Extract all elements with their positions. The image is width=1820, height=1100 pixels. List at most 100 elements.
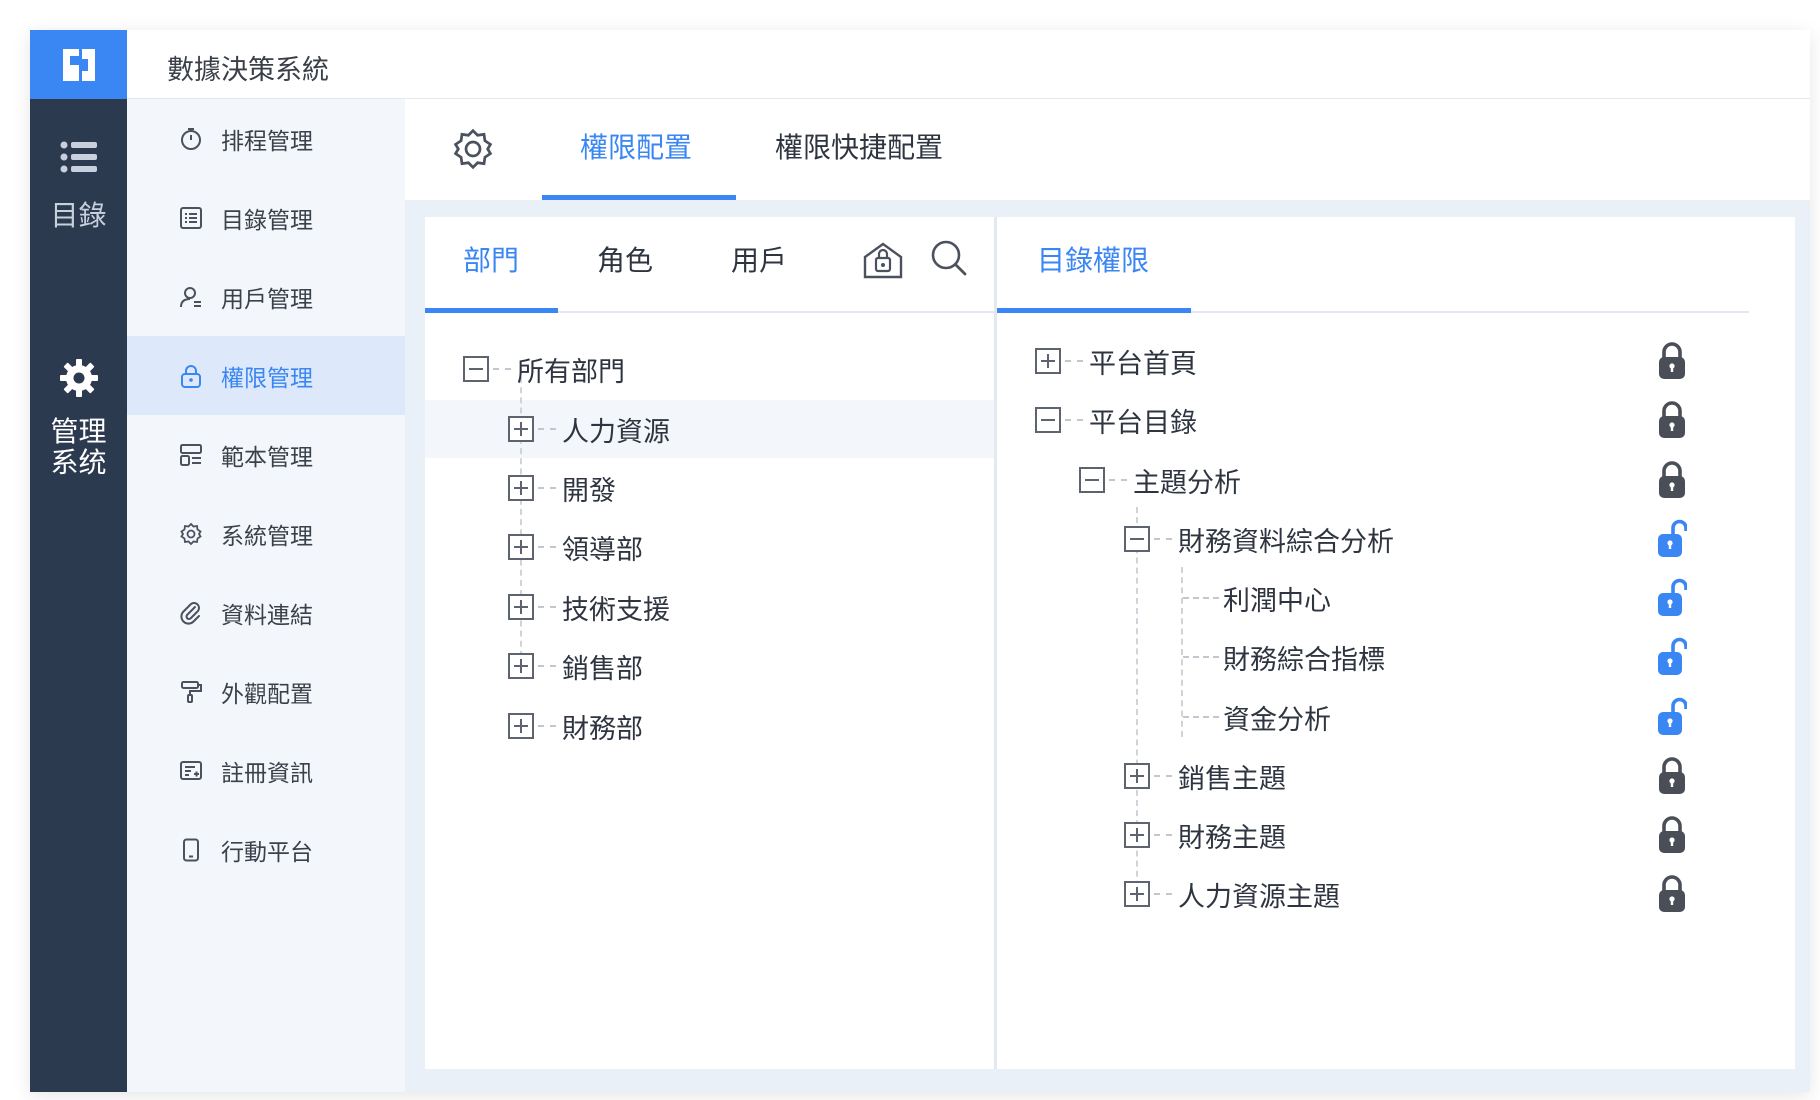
menu-item-registration[interactable]: 註冊資訊 <box>127 731 405 810</box>
menu-label: 目錄管理 <box>221 207 313 234</box>
expand-icon[interactable] <box>1035 348 1061 374</box>
tab-permission-config[interactable]: 權限配置 <box>580 126 692 166</box>
tab-roles[interactable]: 角色 <box>597 239 653 279</box>
expand-icon[interactable] <box>1124 763 1150 789</box>
tree-node-catalog[interactable]: 財務資料綜合分析 <box>1124 519 1394 559</box>
expand-icon[interactable] <box>508 713 534 739</box>
rail-item-admin[interactable]: 管理 系统 <box>30 358 127 478</box>
timer-icon <box>177 125 205 153</box>
menu-item-schedule[interactable]: 排程管理 <box>127 99 405 178</box>
lock-closed-icon[interactable] <box>1657 400 1687 440</box>
permission-house-icon[interactable] <box>862 239 904 283</box>
lock-open-icon[interactable] <box>1657 637 1687 677</box>
tree-connector <box>493 368 511 370</box>
tree-node-label: 開發 <box>562 475 616 507</box>
tree-node-department[interactable]: 財務部 <box>508 706 643 746</box>
tree-node-department[interactable]: 領導部 <box>508 527 643 567</box>
tree-node-label: 財務主題 <box>1178 822 1286 854</box>
lock-closed-icon[interactable] <box>1657 756 1687 796</box>
menu-label: 用戶管理 <box>221 286 313 313</box>
expand-icon[interactable] <box>1124 822 1150 848</box>
menu-label: 系統管理 <box>221 523 313 550</box>
tree-node-department[interactable]: 技術支援 <box>508 587 670 627</box>
rail-label-admin-line1: 管理 <box>50 415 107 448</box>
tab-active-underline <box>542 195 736 200</box>
tab-users[interactable]: 用戶 <box>731 239 787 279</box>
tree-node-label: 主題分析 <box>1133 467 1241 499</box>
search-icon[interactable] <box>930 239 968 281</box>
tree-node-department[interactable]: 銷售部 <box>508 646 643 686</box>
tree-node-report[interactable]: 資金分析 <box>1183 697 1331 737</box>
menu-item-catalog[interactable]: 目錄管理 <box>127 178 405 257</box>
collapse-icon[interactable] <box>463 356 489 382</box>
tree-node-catalog[interactable]: 主題分析 <box>1079 460 1241 500</box>
menu-label: 權限管理 <box>221 365 313 392</box>
menu-item-mobile[interactable]: 行動平台 <box>127 810 405 889</box>
tree-connector <box>1065 360 1083 362</box>
lock-closed-icon[interactable] <box>1657 341 1687 381</box>
rail-label-admin-line2: 系统 <box>50 446 107 479</box>
lock-closed-icon[interactable] <box>1657 874 1687 914</box>
tree-node-label: 財務資料綜合分析 <box>1178 526 1394 558</box>
tree-node-label: 平台首頁 <box>1089 348 1197 380</box>
expand-icon[interactable] <box>508 416 534 442</box>
tree-connector <box>1183 656 1219 658</box>
top-bar: 數據決策系統 <box>127 30 1810 99</box>
menu-item-users[interactable]: 用戶管理 <box>127 257 405 336</box>
tree-node-department[interactable]: 開發 <box>508 468 616 508</box>
tree-node-report[interactable]: 利潤中心 <box>1183 578 1331 618</box>
tree-node-catalog[interactable]: 平台目錄 <box>1035 400 1197 440</box>
tab-catalog-permission[interactable]: 目錄權限 <box>1037 239 1149 279</box>
menu-item-appearance[interactable]: 外觀配置 <box>127 652 405 731</box>
collapse-icon[interactable] <box>1124 526 1150 552</box>
gear-icon <box>177 520 205 548</box>
menu-item-data-connection[interactable]: 資料連結 <box>127 573 405 652</box>
tree-connector <box>538 428 556 430</box>
tree-node-label: 領導部 <box>562 534 643 566</box>
expand-icon[interactable] <box>508 653 534 679</box>
collapse-icon[interactable] <box>1079 467 1105 493</box>
tree-node-label: 財務部 <box>562 713 643 745</box>
menu-item-system[interactable]: 系統管理 <box>127 494 405 573</box>
lock-closed-icon[interactable] <box>1657 460 1687 500</box>
menu-label: 註冊資訊 <box>221 760 313 787</box>
menu-item-permissions[interactable]: 權限管理 <box>127 336 405 415</box>
lock-open-icon[interactable] <box>1657 578 1687 618</box>
tree-node-label: 人力資源 <box>562 416 670 448</box>
department-panel: 部門 角色 用戶 所有部門 人力資源 開發 領導部 技術支援 銷售部 財務部 <box>425 217 995 1069</box>
tree-node-all-departments[interactable]: 所有部門 <box>463 349 625 389</box>
tree-node-department[interactable]: 人力資源 <box>508 409 670 449</box>
lock-closed-icon[interactable] <box>1657 815 1687 855</box>
collapse-icon[interactable] <box>1035 407 1061 433</box>
expand-icon[interactable] <box>1124 881 1150 907</box>
register-icon <box>177 757 205 785</box>
tree-node-report[interactable]: 財務綜合指標 <box>1183 637 1385 677</box>
logo-icon <box>62 48 95 81</box>
rail-item-catalog[interactable]: 目錄 <box>30 140 127 231</box>
tree-node-label: 技術支援 <box>562 594 670 626</box>
lock-open-icon[interactable] <box>1657 519 1687 559</box>
catalog-permission-panel: 目錄權限 平台首頁 平台目錄 主題分析 財務資料綜合分析 利潤中心 財務綜合指標… <box>997 217 1795 1069</box>
tree-node-catalog[interactable]: 人力資源主題 <box>1124 874 1340 914</box>
expand-icon[interactable] <box>508 534 534 560</box>
tree-node-catalog[interactable]: 銷售主題 <box>1124 756 1286 796</box>
expand-icon[interactable] <box>508 475 534 501</box>
tree-connector <box>1183 597 1219 599</box>
menu-label: 外觀配置 <box>221 681 313 708</box>
expand-icon[interactable] <box>508 594 534 620</box>
admin-menu: 排程管理 目錄管理 用戶管理 權限管理 範本管理 系統管理 資料連結 外觀配置 … <box>127 99 405 1092</box>
menu-item-templates[interactable]: 範本管理 <box>127 415 405 494</box>
tree-connector <box>1154 538 1172 540</box>
lock-open-icon[interactable] <box>1657 697 1687 737</box>
tab-departments[interactable]: 部門 <box>463 239 519 279</box>
tree-node-catalog[interactable]: 財務主題 <box>1124 815 1286 855</box>
tree-connector <box>1183 716 1219 718</box>
settings-gear-icon[interactable] <box>451 127 495 175</box>
content-area: 權限配置 權限快捷配置 部門 角色 用戶 所有部門 人力資源 開發 領導部 技術… <box>405 99 1810 1092</box>
tree-connector <box>1154 775 1172 777</box>
tree-node-label: 利潤中心 <box>1223 585 1331 617</box>
menu-label: 排程管理 <box>221 128 313 155</box>
tree-node-catalog[interactable]: 平台首頁 <box>1035 341 1197 381</box>
tab-permission-quick-config[interactable]: 權限快捷配置 <box>775 126 943 166</box>
tree-connector <box>538 725 556 727</box>
